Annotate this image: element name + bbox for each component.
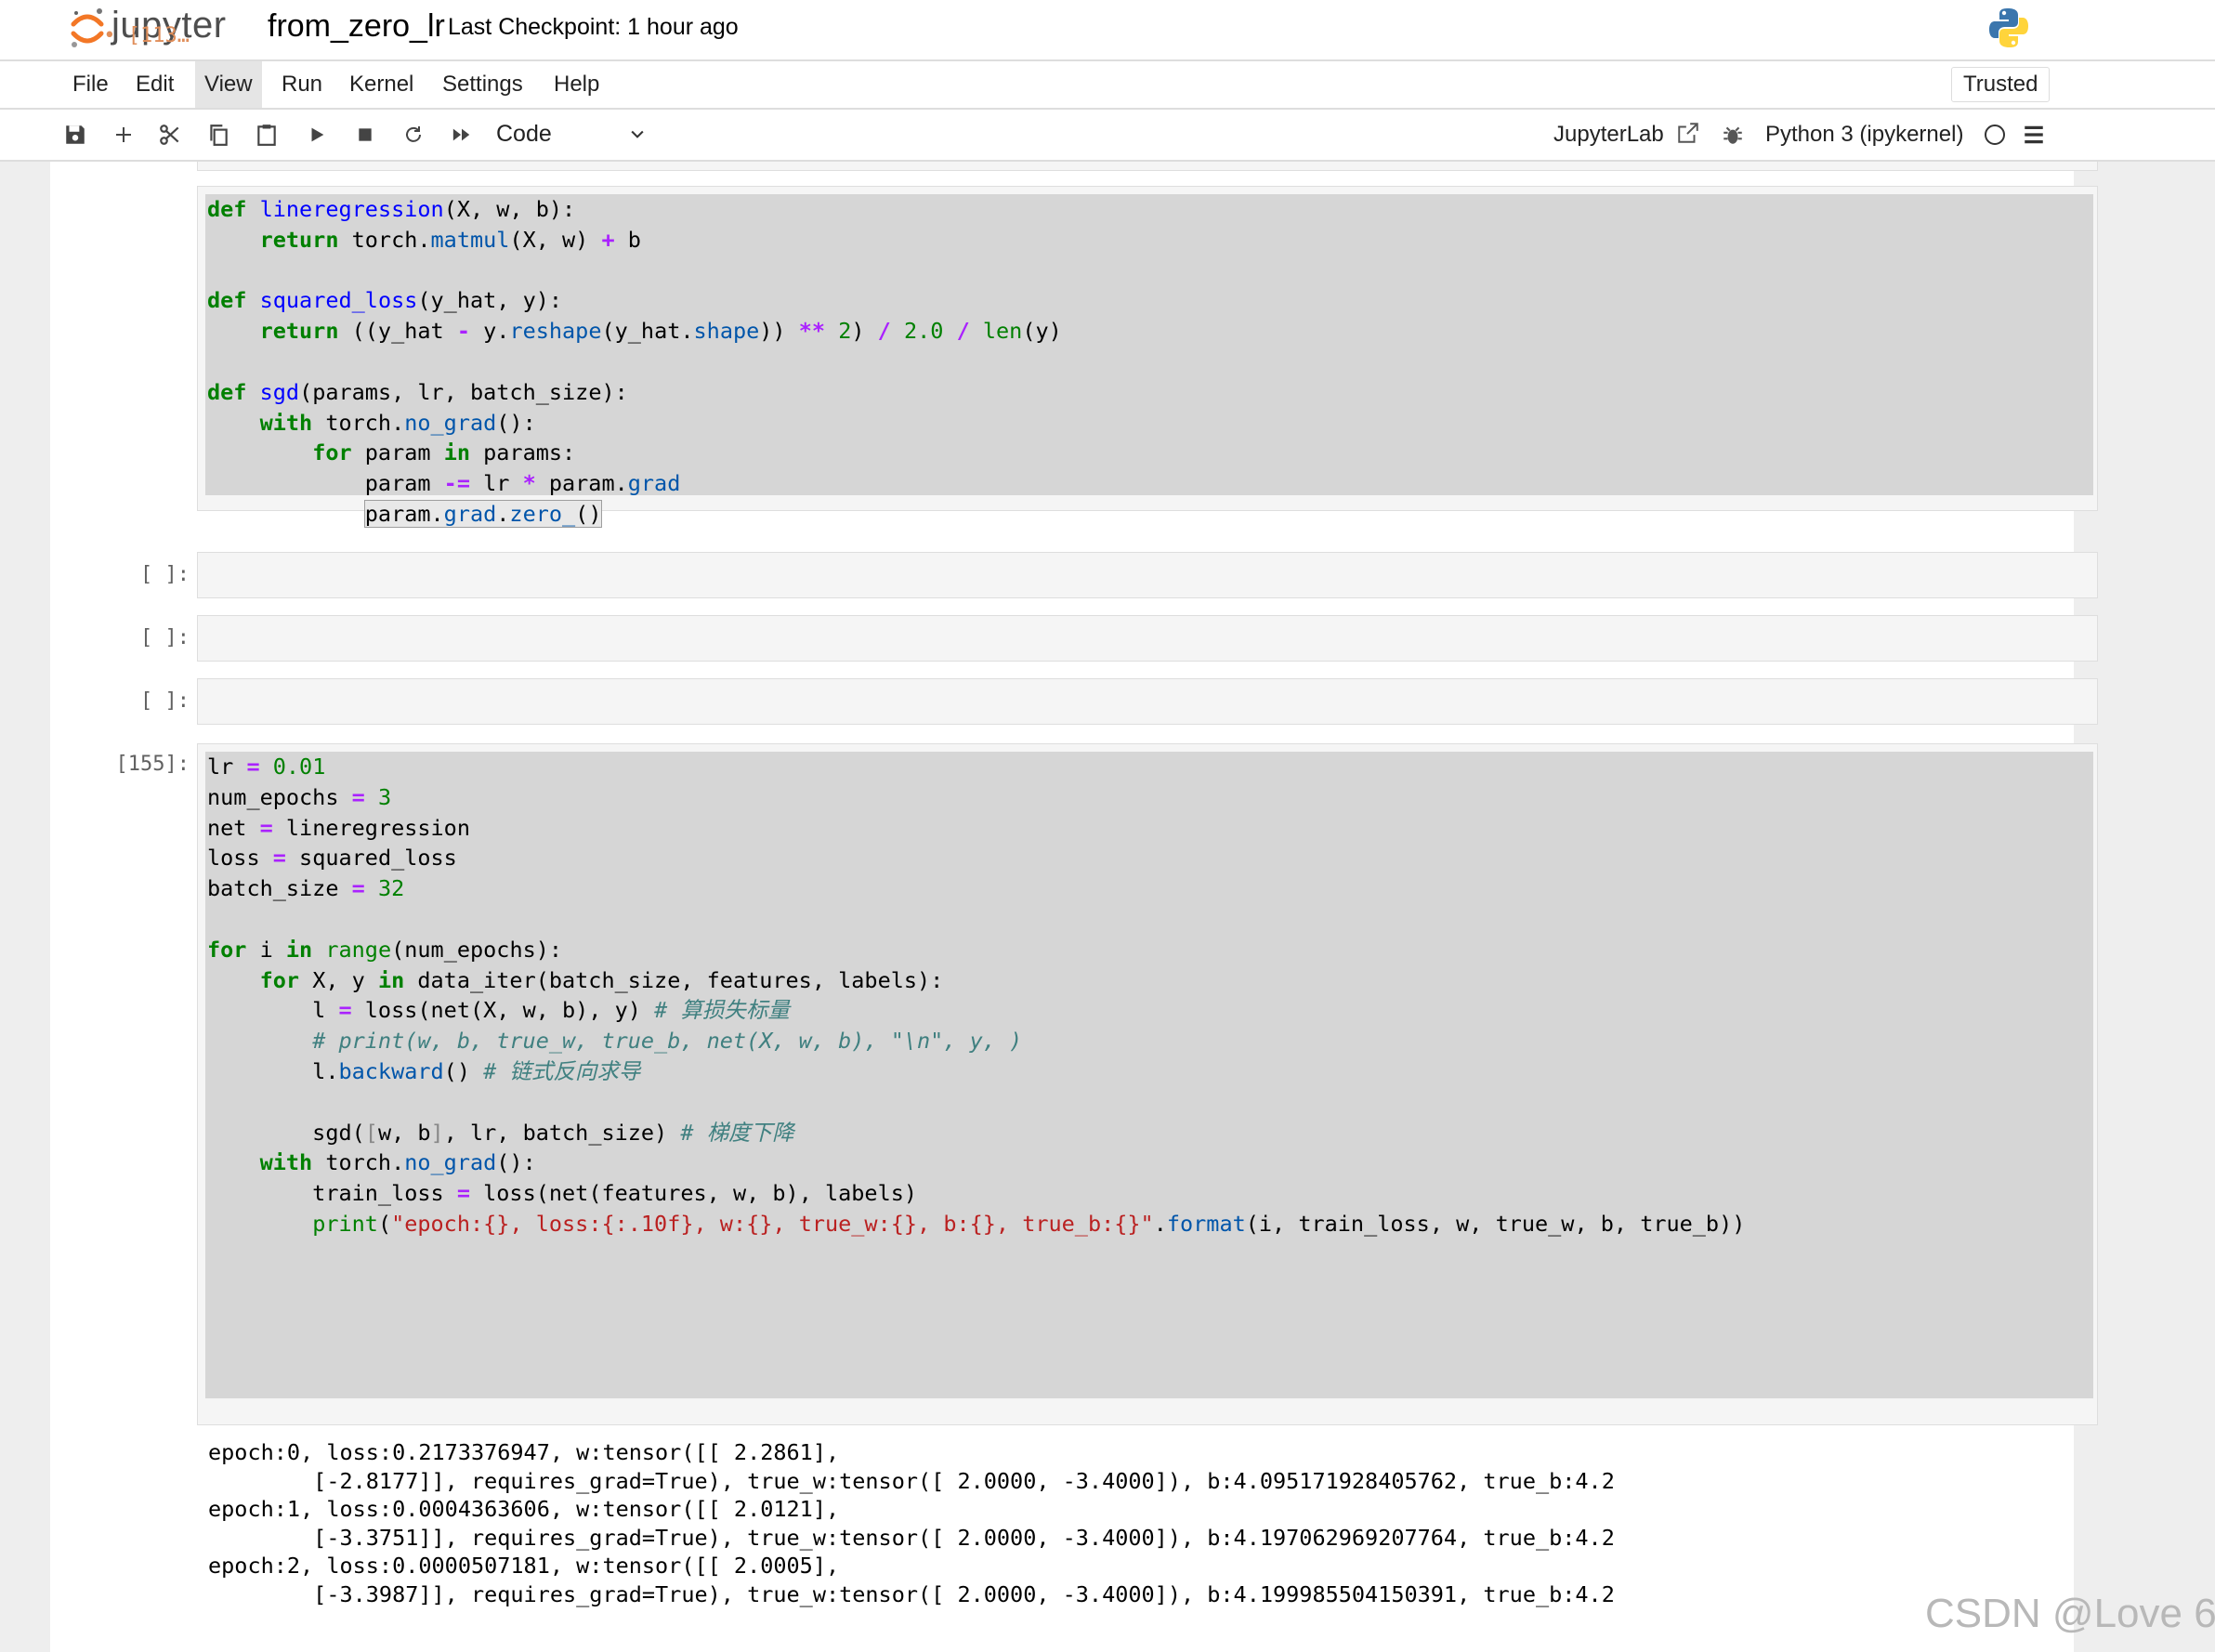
- save-icon[interactable]: [61, 121, 89, 149]
- checkpoint-status: Last Checkpoint: 1 hour ago: [448, 14, 739, 40]
- output-line: [-2.8177]], requires_grad=True), true_w:…: [208, 1467, 1615, 1494]
- watermark: CSDN @Love 6: [1925, 1591, 2215, 1636]
- menu-run[interactable]: Run: [272, 61, 332, 108]
- empty-code-cell[interactable]: [ ]:: [50, 615, 2098, 662]
- restart-icon[interactable]: [400, 121, 427, 149]
- cut-icon[interactable]: [156, 121, 184, 149]
- python-logo-icon: [1986, 6, 2031, 55]
- run-all-icon[interactable]: [448, 121, 476, 149]
- menu-bar: File Edit View Run Kernel Settings Help …: [0, 61, 2215, 110]
- empty-code-cell[interactable]: [ ]:: [50, 678, 2098, 725]
- kernel-name[interactable]: Python 3 (ipykernel): [1765, 119, 1963, 151]
- cell-type-select[interactable]: Code: [496, 117, 645, 151]
- output-line: [-3.3987]], requires_grad=True), true_w:…: [208, 1580, 1615, 1607]
- top-bar: jupyter from_zero_lr Last Checkpoint: 1 …: [0, 0, 2215, 61]
- menu-kernel[interactable]: Kernel: [340, 61, 423, 108]
- trusted-badge[interactable]: Trusted: [1951, 67, 2051, 102]
- empty-code-cell[interactable]: [ ]:: [50, 552, 2098, 598]
- chevron-down-icon[interactable]: [628, 125, 647, 148]
- cell-input[interactable]: def lineregression(X, w, b): return torc…: [197, 186, 2098, 528]
- notebook-toolbar: Code JupyterLab Python 3 (ipykernel): [0, 110, 2215, 162]
- external-link-icon[interactable]: [1676, 121, 1700, 150]
- cell-prompt: • [113…: [103, 24, 190, 47]
- menu-edit[interactable]: Edit: [126, 61, 183, 108]
- output-line: epoch:0, loss:0.2173376947, w:tensor([[ …: [208, 1439, 840, 1465]
- kernel-idle-icon: [1985, 125, 2005, 145]
- cell-output: epoch:0, loss:0.2173376947, w:tensor([[ …: [208, 1438, 1615, 1608]
- run-icon[interactable]: [303, 121, 331, 149]
- previous-cell[interactable]: [50, 162, 2098, 171]
- menu-help[interactable]: Help: [544, 61, 609, 108]
- menu-file[interactable]: File: [63, 61, 118, 108]
- paste-icon[interactable]: [253, 121, 281, 149]
- copy-icon[interactable]: [204, 121, 232, 149]
- cell-prompt: [ ]:: [140, 563, 190, 586]
- cell-prompt: [155]:: [115, 753, 190, 776]
- output-line: [-3.3751]], requires_grad=True), true_w:…: [208, 1524, 1615, 1551]
- cell-input[interactable]: [197, 552, 2098, 598]
- code-editor[interactable]: lr = 0.01 num_epochs = 3 net = lineregre…: [207, 752, 1745, 1239]
- add-cell-icon[interactable]: [110, 121, 138, 149]
- debugger-bug-icon[interactable]: [1721, 123, 1745, 151]
- cell-input[interactable]: [197, 615, 2098, 662]
- code-editor[interactable]: def lineregression(X, w, b): return torc…: [207, 194, 1062, 530]
- cell-prompt: [ ]:: [140, 626, 190, 649]
- code-cell-functions[interactable]: • [113… def lineregression(X, w, b): ret…: [50, 24, 2098, 528]
- menu-view[interactable]: View: [195, 61, 262, 108]
- notebook-name[interactable]: from_zero_lr: [268, 6, 445, 46]
- open-jupyterlab-link[interactable]: JupyterLab: [1553, 119, 1664, 151]
- notebook-panel: • [113… def lineregression(X, w, b): ret…: [50, 24, 2098, 1652]
- cell-input[interactable]: lr = 0.01 num_epochs = 3 net = lineregre…: [197, 743, 2098, 1425]
- hamburger-menu-icon[interactable]: [2022, 123, 2046, 151]
- stop-icon[interactable]: [351, 121, 379, 149]
- cell-input[interactable]: [197, 678, 2098, 725]
- output-line: epoch:1, loss:0.0004363606, w:tensor([[ …: [208, 1496, 840, 1522]
- code-cell-training[interactable]: [155]: lr = 0.01 num_epochs = 3 net = li…: [50, 743, 2098, 1645]
- output-line: epoch:2, loss:0.0000507181, w:tensor([[ …: [208, 1553, 840, 1579]
- menu-settings[interactable]: Settings: [433, 61, 532, 108]
- cell-prompt: [ ]:: [140, 689, 190, 713]
